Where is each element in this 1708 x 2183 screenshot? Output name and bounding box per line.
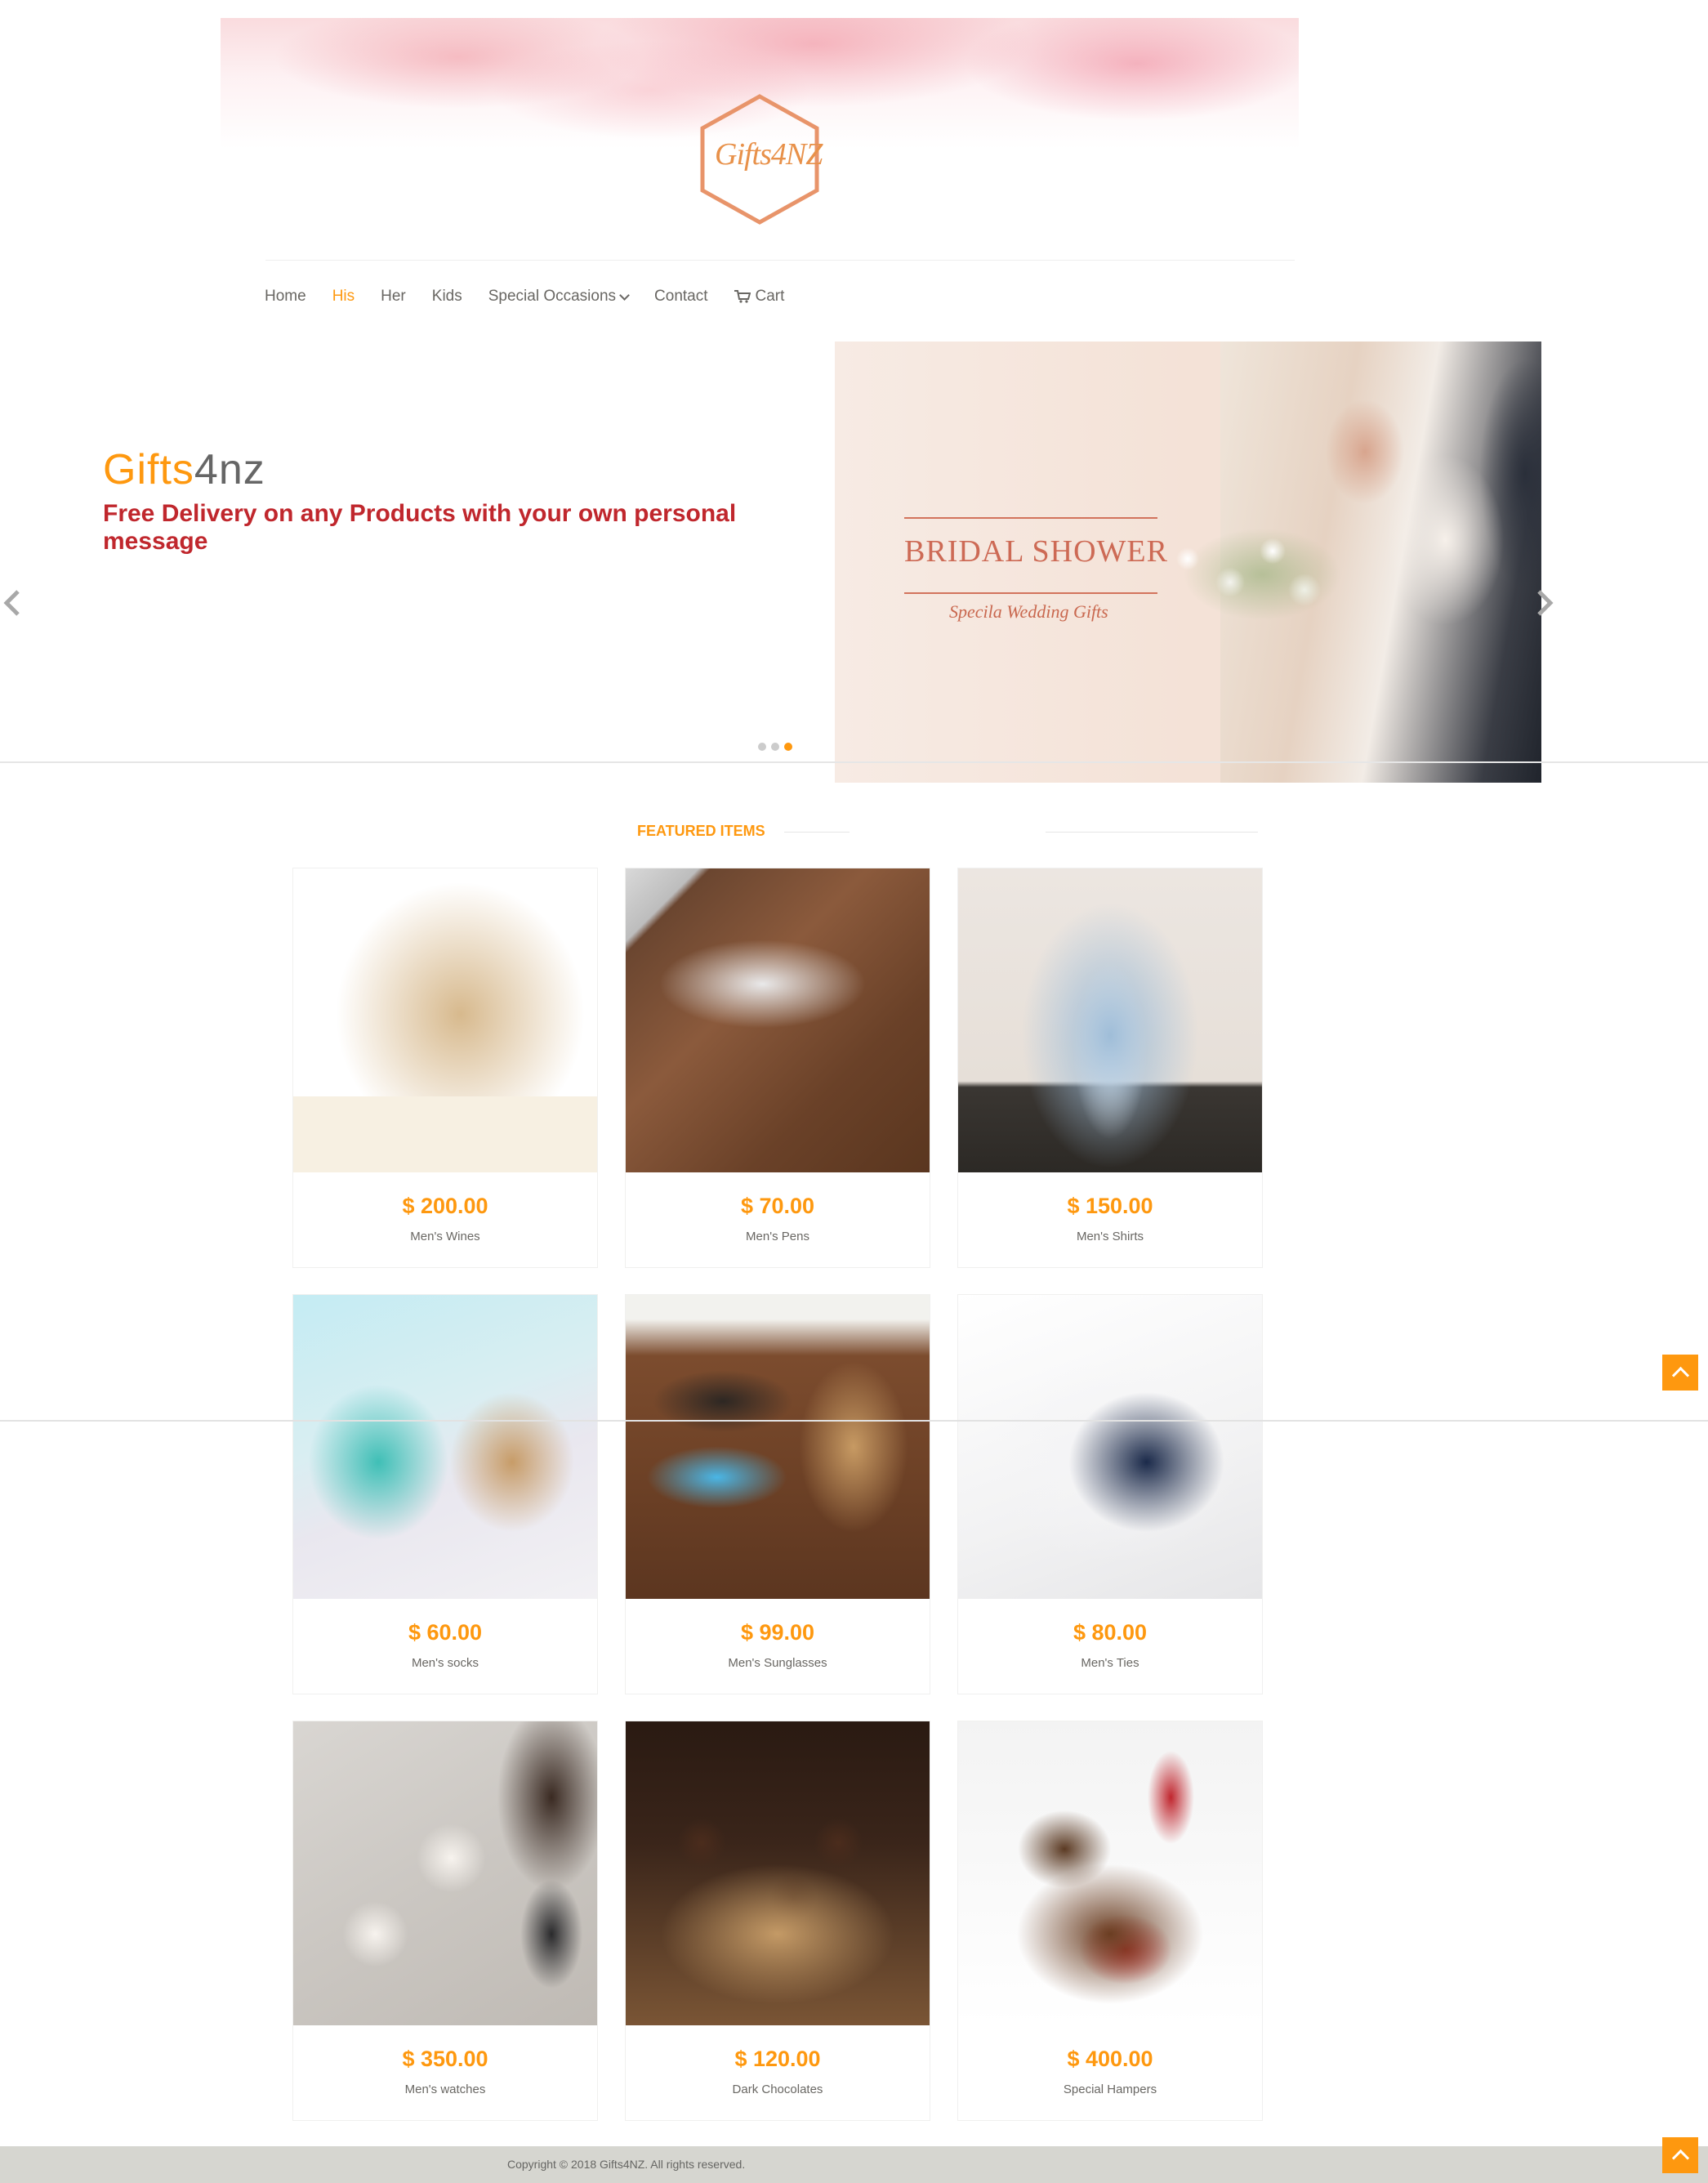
header-divider	[265, 260, 1295, 261]
nav-home[interactable]: Home	[265, 288, 306, 306]
bouquet-photo	[1145, 497, 1358, 652]
scroll-to-top-button[interactable]	[1662, 1355, 1698, 1391]
page-divider-line	[0, 1420, 1708, 1422]
slide-subtitle: Specila Wedding Gifts	[949, 601, 1108, 622]
product-image-chocolates[interactable]	[626, 1721, 930, 2025]
slider-brand-part2: 4nz	[194, 446, 265, 493]
slider-divider	[0, 761, 1708, 763]
slide-title: BRIDAL SHOWER	[904, 534, 1168, 569]
product-price: $ 350.00	[402, 2047, 488, 2071]
slide-image-bridal-shower: BRIDAL SHOWER Specila Wedding Gifts	[835, 342, 1541, 783]
product-image-shirts[interactable]	[958, 868, 1262, 1172]
product-price: $ 200.00	[402, 1194, 488, 1218]
product-price: $ 70.00	[740, 1194, 815, 1218]
slider-indicators	[758, 743, 792, 751]
product-card[interactable]: $ 400.00 Special Hampers	[957, 1721, 1263, 2121]
product-name[interactable]: Men's Ties	[958, 1656, 1262, 1670]
featured-rule-left	[784, 832, 850, 833]
product-card[interactable]: $ 99.00 Men's Sunglasses	[625, 1294, 930, 1694]
logo-text: Gifts4NZ	[715, 137, 823, 172]
slider-brand: Gifts4nz	[103, 445, 265, 494]
product-card[interactable]: $ 80.00 Men's Ties	[957, 1294, 1263, 1694]
slider-dot-1[interactable]	[758, 743, 766, 751]
product-card[interactable]: $ 120.00 Dark Chocolates	[625, 1721, 930, 2121]
product-name[interactable]: Men's Shirts	[958, 1230, 1262, 1243]
slider-prev-button[interactable]	[0, 588, 29, 618]
nav-her[interactable]: Her	[381, 288, 406, 306]
slider-next-button[interactable]	[1529, 588, 1559, 618]
chevron-left-icon	[3, 590, 20, 616]
product-name[interactable]: Men's Sunglasses	[626, 1656, 930, 1670]
copyright-text: Copyright © 2018 Gifts4NZ. All rights re…	[507, 2158, 746, 2171]
slider-dot-3[interactable]	[784, 743, 792, 751]
featured-items-title: FEATURED ITEMS	[637, 823, 765, 839]
slider-tagline: Free Delivery on any Products with your …	[103, 500, 737, 555]
cart-icon	[734, 290, 751, 303]
nav-kids[interactable]: Kids	[432, 288, 462, 306]
product-card[interactable]: $ 60.00 Men's socks	[292, 1294, 598, 1694]
chevron-up-icon	[1671, 1366, 1690, 1385]
product-card[interactable]: $ 70.00 Men's Pens	[625, 868, 930, 1268]
product-image-socks[interactable]	[293, 1295, 597, 1599]
product-price: $ 150.00	[1067, 1194, 1153, 1218]
product-image-ties[interactable]	[958, 1295, 1262, 1599]
product-image-pens[interactable]	[626, 868, 930, 1172]
product-name[interactable]: Men's watches	[293, 2083, 597, 2096]
product-price: $ 99.00	[740, 1620, 815, 1645]
scroll-to-top-button-footer[interactable]	[1662, 2137, 1698, 2173]
nav-contact[interactable]: Contact	[654, 288, 707, 306]
product-name[interactable]: Men's Wines	[293, 1230, 597, 1243]
product-image-hampers[interactable]	[958, 1721, 1262, 2025]
chevron-up-icon	[1671, 2149, 1690, 2167]
product-price: $ 120.00	[734, 2047, 821, 2071]
product-card[interactable]: $ 150.00 Men's Shirts	[957, 868, 1263, 1268]
product-image-watches[interactable]	[293, 1721, 597, 2025]
slider-dot-2[interactable]	[771, 743, 779, 751]
product-card[interactable]: $ 350.00 Men's watches	[292, 1721, 598, 2121]
product-name[interactable]: Men's Pens	[626, 1230, 930, 1243]
slide-title-top-line	[904, 517, 1157, 519]
footer	[0, 2146, 1708, 2183]
nav-special-occasions-label: Special Occasions	[488, 288, 617, 305]
slider-brand-part1: Gifts	[103, 446, 194, 493]
product-price: $ 60.00	[408, 1620, 483, 1645]
product-image-wines[interactable]	[293, 868, 597, 1172]
product-price: $ 400.00	[1067, 2047, 1153, 2071]
featured-rule-right	[1046, 832, 1258, 833]
chevron-down-icon	[619, 289, 630, 301]
nav-special-occasions[interactable]: Special Occasions	[488, 288, 630, 306]
product-price: $ 80.00	[1073, 1620, 1148, 1645]
product-image-sunglasses[interactable]	[626, 1295, 930, 1599]
main-nav: Home His Her Kids Special Occasions Cont…	[265, 288, 810, 306]
nav-cart[interactable]: Cart	[734, 288, 785, 306]
slide-title-bottom-line	[904, 592, 1157, 594]
product-name[interactable]: Special Hampers	[958, 2083, 1262, 2096]
nav-cart-label: Cart	[755, 288, 785, 305]
chevron-right-icon	[1537, 590, 1554, 616]
site-logo[interactable]: Gifts4NZ	[698, 94, 823, 225]
product-name[interactable]: Dark Chocolates	[626, 2083, 930, 2096]
product-name[interactable]: Men's socks	[293, 1656, 597, 1670]
nav-his[interactable]: His	[332, 288, 355, 306]
product-card[interactable]: $ 200.00 Men's Wines	[292, 868, 598, 1268]
